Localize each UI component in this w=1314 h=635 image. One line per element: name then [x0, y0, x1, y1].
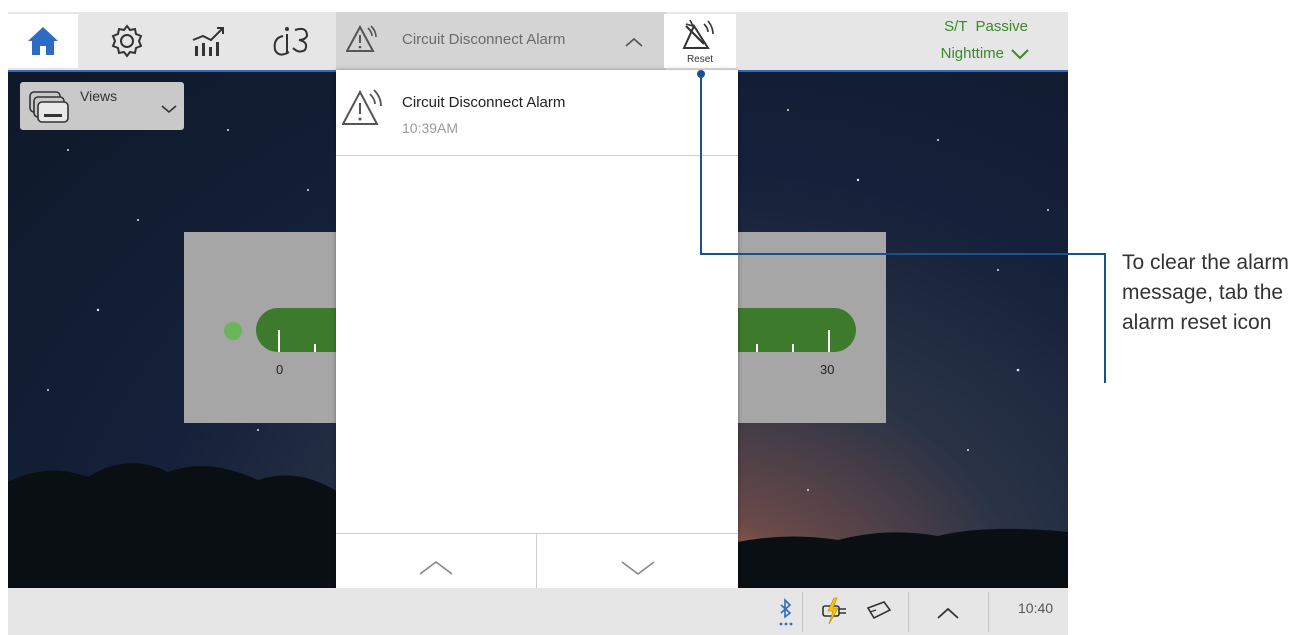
- chevron-down-icon: [161, 105, 177, 114]
- gauge-tick: [278, 330, 280, 352]
- gauge-tick: [756, 344, 758, 352]
- divider: [802, 592, 803, 632]
- home-button[interactable]: [8, 14, 78, 68]
- chevron-up-icon: [625, 37, 643, 47]
- views-layers-icon: [29, 91, 69, 123]
- clock: 10:40: [1018, 600, 1054, 616]
- callout-line: [700, 253, 1104, 255]
- alarm-banner-label: Circuit Disconnect Alarm: [402, 31, 566, 48]
- chevron-up-icon: [419, 560, 453, 575]
- trends-button[interactable]: [174, 14, 244, 68]
- bluetooth-icon[interactable]: [778, 598, 794, 628]
- gauge-bar: [736, 308, 856, 352]
- gauge-panel-right: 30: [736, 232, 886, 423]
- trends-chart-icon: [192, 27, 224, 56]
- divider: [908, 592, 909, 632]
- bottom-status-bar: 10:40: [8, 588, 1068, 635]
- top-toolbar: Circuit Disconnect Alarm Reset S/T Passi…: [8, 12, 1068, 72]
- device-screen: Circuit Disconnect Alarm Reset S/T Passi…: [8, 12, 1068, 635]
- alarm-reset-button[interactable]: Reset: [664, 14, 736, 68]
- alarm-reset-icon: [682, 19, 714, 49]
- status-dot: [224, 322, 242, 340]
- alarm-item-title: Circuit Disconnect Alarm: [402, 94, 566, 111]
- profile-label: Nighttime: [940, 45, 1004, 62]
- home-icon: [28, 27, 58, 55]
- gauge-min-label: 0: [276, 362, 284, 377]
- alarm-list-item[interactable]: Circuit Disconnect Alarm 10:39AM: [336, 70, 738, 156]
- alarm-item-time: 10:39AM: [402, 120, 459, 136]
- settings-button[interactable]: [92, 14, 162, 68]
- views-dropdown[interactable]: Views: [20, 82, 184, 130]
- divider: [988, 592, 989, 632]
- info-button[interactable]: [256, 14, 326, 68]
- chevron-up-icon[interactable]: [936, 606, 960, 620]
- sd-card-icon[interactable]: [864, 600, 894, 622]
- gauge-panel-left: 0: [184, 232, 336, 423]
- gauge-max-label: 30: [820, 362, 835, 377]
- ventilation-mode-status: S/T Passive: [944, 18, 1028, 35]
- callout-line: [700, 74, 702, 254]
- chevron-down-icon: [1011, 48, 1029, 59]
- alarm-triangle-icon: [346, 24, 377, 52]
- callout-text: To clear the alarm message, tab the alar…: [1122, 251, 1289, 334]
- views-label: Views: [80, 88, 118, 104]
- chevron-down-icon: [621, 560, 654, 575]
- info-icon: [273, 27, 309, 56]
- callout-bracket: [1104, 253, 1106, 383]
- profile-selector[interactable]: Nighttime: [941, 45, 1030, 62]
- gauge-tick: [828, 330, 830, 352]
- alarm-banner[interactable]: Circuit Disconnect Alarm: [336, 12, 666, 70]
- power-plug-icon[interactable]: [820, 596, 852, 626]
- alarm-list-dropdown: Circuit Disconnect Alarm 10:39AM: [336, 70, 738, 601]
- gauge-bar: [256, 308, 336, 352]
- reset-label: Reset: [686, 54, 714, 65]
- gauge-tick: [314, 344, 316, 352]
- settings-gear-icon: [111, 24, 143, 58]
- alarm-triangle-icon: [342, 89, 382, 125]
- gauge-tick: [792, 344, 794, 352]
